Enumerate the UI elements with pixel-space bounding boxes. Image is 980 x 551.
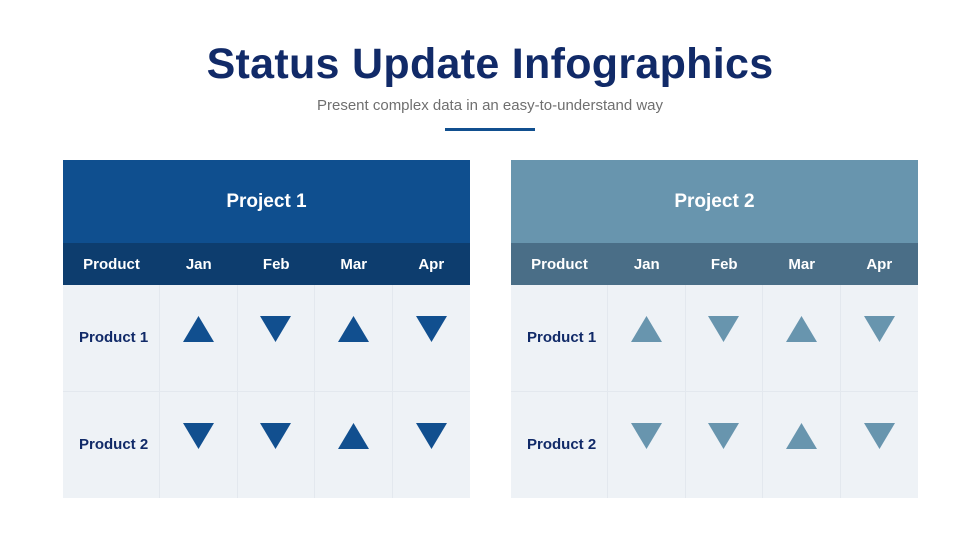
triangle-down-icon xyxy=(260,422,292,449)
status-cell xyxy=(393,285,471,391)
title-underline-divider xyxy=(445,128,535,131)
status-cell xyxy=(841,392,919,499)
status-cell xyxy=(763,391,841,498)
status-cell xyxy=(763,285,841,391)
triangle-down-icon xyxy=(630,422,662,449)
triangle-down-icon xyxy=(863,316,895,342)
triangle-down-icon xyxy=(260,316,292,342)
column-header-apr: Apr xyxy=(418,255,445,273)
column-header-feb: Feb xyxy=(262,255,290,273)
status-cell xyxy=(608,285,686,391)
project-2-header: Project 2 xyxy=(511,160,918,243)
project-2-body: Product 1 Product 2 xyxy=(511,285,918,498)
status-cell xyxy=(686,391,763,498)
column-header-jan: Jan xyxy=(185,255,212,273)
triangle-down-icon xyxy=(415,316,447,342)
project-1-header: Project 1 xyxy=(63,160,470,243)
row-label: Product 2 xyxy=(511,391,608,498)
triangle-down-icon xyxy=(863,422,895,449)
status-cell xyxy=(160,285,238,391)
column-header-apr: Apr xyxy=(866,255,893,273)
triangle-up-icon xyxy=(630,316,662,342)
project-2-column-headers: Product Jan Feb Mar Apr xyxy=(511,243,918,285)
triangle-down-icon xyxy=(708,316,740,342)
page-title: Status Update Infographics xyxy=(206,40,774,88)
row-label: Product 1 xyxy=(511,285,608,391)
column-header-mar: Mar xyxy=(788,255,816,273)
project-1-table: Project 1 Product Jan Feb Mar Apr Produc… xyxy=(63,160,470,498)
status-cell xyxy=(393,392,471,499)
triangle-up-icon xyxy=(785,316,817,342)
column-header-product: Product xyxy=(83,255,140,273)
row-label: Product 1 xyxy=(63,285,160,391)
status-cell xyxy=(160,391,238,498)
table-row: Product 2 xyxy=(63,391,471,499)
status-cell xyxy=(841,285,919,391)
triangle-up-icon xyxy=(785,422,817,449)
column-header-product: Product xyxy=(531,255,588,273)
page-subtitle: Present complex data in an easy-to-under… xyxy=(316,97,664,114)
status-cell xyxy=(238,285,315,391)
column-header-jan: Jan xyxy=(633,255,660,273)
project-1-column-headers: Product Jan Feb Mar Apr xyxy=(63,243,470,285)
status-cell xyxy=(608,391,686,498)
triangle-up-icon xyxy=(337,316,369,342)
row-label: Product 2 xyxy=(63,391,160,498)
status-cell xyxy=(238,391,315,498)
triangle-down-icon xyxy=(708,422,740,449)
table-row: Product 1 xyxy=(63,285,470,392)
triangle-up-icon xyxy=(182,316,214,342)
status-cell xyxy=(315,285,393,391)
triangle-down-icon xyxy=(182,422,214,449)
project-2-table: Project 2 Product Jan Feb Mar Apr Produc… xyxy=(511,160,918,498)
status-cell xyxy=(315,391,393,498)
triangle-up-icon xyxy=(337,422,369,449)
table-row: Product 1 xyxy=(511,285,918,392)
table-row: Product 2 xyxy=(511,391,919,499)
column-header-mar: Mar xyxy=(340,255,368,273)
column-header-feb: Feb xyxy=(710,255,738,273)
triangle-down-icon xyxy=(415,422,447,449)
status-cell xyxy=(686,285,763,391)
project-1-body: Product 1 Product 2 xyxy=(63,285,470,498)
